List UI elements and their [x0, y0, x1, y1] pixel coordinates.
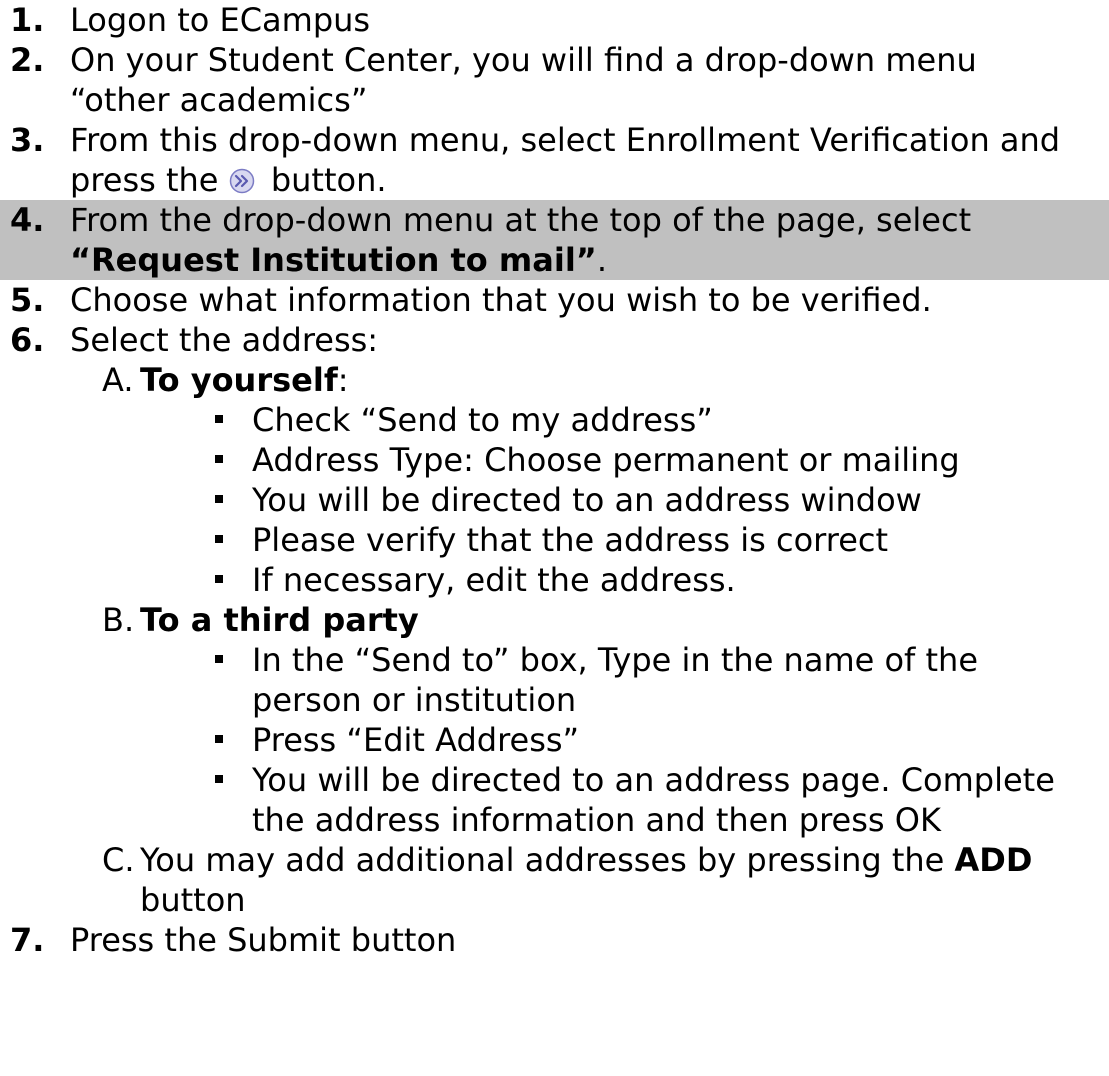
substep-text: You may add additional addresses by pres…: [140, 841, 945, 879]
bullet-text: Check “Send to my address”: [252, 401, 713, 439]
step-text: From the drop-down menu at the top of th…: [70, 201, 972, 239]
step-text: “other academics”: [70, 81, 368, 119]
step-1: 1. Logon to ECampus: [0, 0, 1109, 40]
bullet-text: If necessary, edit the address.: [252, 561, 736, 599]
substep-title-suffix: :: [337, 361, 349, 399]
bullet-text: You will be directed to an address page.…: [252, 761, 1055, 799]
bullet-text: Please verify that the address is correc…: [252, 521, 889, 559]
bullet-item: Address Type: Choose permanent or mailin…: [0, 440, 1109, 480]
substep-text: button: [140, 881, 246, 919]
double-chevron-right-icon: [229, 168, 254, 194]
step-text: press the: [70, 161, 219, 199]
bullet-item: If necessary, edit the address.: [0, 560, 1109, 600]
bullet-item: Press “Edit Address”: [0, 720, 1109, 760]
step-text-line: press the button.: [70, 160, 1109, 200]
square-bullet-icon: [215, 655, 223, 663]
substep-title: To a third party: [140, 601, 419, 639]
square-bullet-icon: [215, 735, 223, 743]
step-text: Select the address:: [70, 321, 379, 359]
step-text: On your Student Center, you will find a …: [70, 41, 977, 79]
step-number: 1.: [10, 1, 45, 39]
step-6: 6. Select the address:: [0, 320, 1109, 360]
square-bullet-icon: [215, 535, 223, 543]
bullet-text: the address information and then press O…: [252, 801, 941, 839]
step-text: Choose what information that you wish to…: [70, 281, 932, 319]
step-5: 5. Choose what information that you wish…: [0, 280, 1109, 320]
substep-letter: C.: [102, 841, 135, 879]
add-keyword: ADD: [954, 841, 1033, 879]
emphasis-text: “Request Institution to mail”: [70, 241, 597, 279]
bullet-item: You will be directed to an address windo…: [0, 480, 1109, 520]
step-number: 7.: [10, 921, 45, 959]
step-4-highlighted: 4. From the drop-down menu at the top of…: [0, 200, 1109, 280]
substep-a: A. To yourself:: [0, 360, 1109, 400]
square-bullet-icon: [215, 495, 223, 503]
instructions-document: 1. Logon to ECampus 2. On your Student C…: [0, 0, 1109, 960]
step-number: 4.: [10, 201, 45, 239]
bullet-text: Address Type: Choose permanent or mailin…: [252, 441, 960, 479]
bullet-item: In the “Send to” box, Type in the name o…: [0, 640, 1109, 720]
square-bullet-icon: [215, 415, 223, 423]
substep-c: C. You may add additional addresses by p…: [0, 840, 1109, 920]
square-bullet-icon: [215, 575, 223, 583]
bullet-text: person or institution: [252, 681, 577, 719]
step-text-line: “Request Institution to mail”.: [70, 240, 1109, 280]
step-text: Logon to ECampus: [70, 1, 371, 39]
bullet-text: In the “Send to” box, Type in the name o…: [252, 641, 978, 679]
bullet-item: Please verify that the address is correc…: [0, 520, 1109, 560]
square-bullet-icon: [215, 455, 223, 463]
substep-b: B. To a third party: [0, 600, 1109, 640]
substep-title: To yourself: [140, 361, 338, 399]
bullet-item: You will be directed to an address page.…: [0, 760, 1109, 840]
step-7: 7. Press the Submit button: [0, 920, 1109, 960]
step-2: 2. On your Student Center, you will find…: [0, 40, 1109, 120]
bullet-item: Check “Send to my address”: [0, 400, 1109, 440]
substep-a-bullets: Check “Send to my address” Address Type:…: [0, 400, 1109, 600]
step-text: From this drop-down menu, select Enrollm…: [70, 121, 1061, 159]
step-3: 3. From this drop-down menu, select Enro…: [0, 120, 1109, 200]
square-bullet-icon: [215, 775, 223, 783]
substep-letter: A.: [102, 361, 134, 399]
substep-text-line: You may add additional addresses by pres…: [140, 840, 1109, 880]
bullet-text: You will be directed to an address windo…: [252, 481, 922, 519]
bullet-text: Press “Edit Address”: [252, 721, 580, 759]
step-number: 6.: [10, 321, 45, 359]
step-text: .: [596, 241, 607, 279]
step-text: button.: [270, 161, 387, 199]
substep-letter: B.: [102, 601, 135, 639]
step-number: 2.: [10, 41, 45, 79]
substep-b-bullets: In the “Send to” box, Type in the name o…: [0, 640, 1109, 840]
step-number: 5.: [10, 281, 45, 319]
step-number: 3.: [10, 121, 45, 159]
step-text: Press the Submit button: [70, 921, 457, 959]
